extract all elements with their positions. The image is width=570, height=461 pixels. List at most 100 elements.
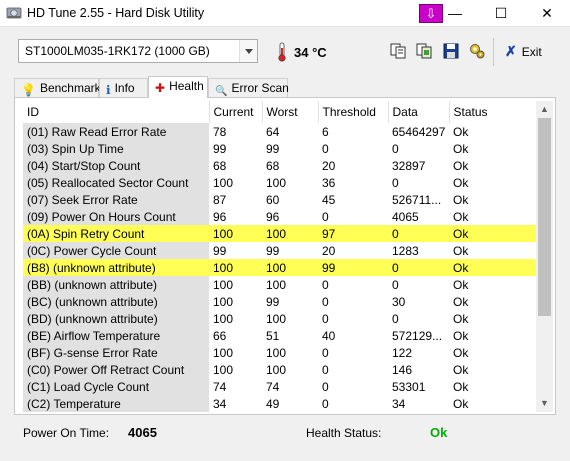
cell-worst: 100	[262, 225, 318, 242]
table-row[interactable]: (BC) (unknown attribute) 100 99 0 30 Ok	[23, 293, 536, 310]
save-icon[interactable]	[442, 42, 460, 60]
column-header-current[interactable]: Current	[209, 101, 263, 123]
cell-data: 0	[392, 175, 399, 190]
table-row[interactable]: (C1) Load Cycle Count 74 74 0 53301 Ok	[23, 378, 536, 395]
cell-status: Ok	[453, 396, 469, 411]
cell-worst: 99	[266, 243, 280, 258]
scroll-up-icon[interactable]: ▲	[536, 101, 553, 118]
cell-threshold: 0	[322, 294, 329, 309]
cell-threshold: 6	[322, 124, 329, 139]
vertical-scrollbar[interactable]: ▲ ▼	[536, 101, 553, 412]
cell-data: 572129...	[392, 328, 443, 343]
cell-worst: 100	[266, 175, 287, 190]
toolbar: ST1000LM035-1RK172 (1000 GB) 34 °C ✗ Exit	[0, 28, 570, 76]
cell-status: Ok	[453, 175, 469, 190]
cell-data: 1283	[392, 243, 419, 258]
cell-worst: 100	[266, 362, 287, 377]
benchmark-icon: 💡	[21, 83, 36, 97]
cell-status: Ok	[453, 311, 469, 326]
column-header-id[interactable]: ID	[23, 101, 210, 123]
health-panel: ID Current Worst Threshold Data Status (…	[14, 97, 556, 415]
table-row[interactable]: (BE) Airflow Temperature 66 51 40 572129... O…	[23, 327, 536, 344]
table-row[interactable]: (01) Raw Read Error Rate 78 64 6 65464297 Ok	[23, 123, 536, 140]
column-header-worst[interactable]: Worst	[262, 101, 319, 123]
column-header-status[interactable]: Status	[449, 101, 536, 123]
copy-icon[interactable]	[389, 42, 407, 60]
cell-current: 68	[213, 158, 227, 173]
cell-current: 34	[213, 396, 227, 411]
cell-worst: 99	[266, 141, 280, 156]
tab-benchmark[interactable]: 💡 Benchmark	[14, 78, 101, 97]
table-row[interactable]: (0C) Power Cycle Count 99 99 20 1283 Ok	[23, 242, 536, 259]
cell-worst: 64	[266, 124, 280, 139]
table-row[interactable]: (BF) G-sense Error Rate 100 100 0 122 Ok	[23, 344, 536, 361]
cell-current: 99	[213, 243, 227, 258]
cell-status: Ok	[453, 345, 469, 360]
toolbar-separator	[493, 38, 494, 66]
cell-worst: 60	[266, 192, 280, 207]
cell-data: 122	[392, 345, 413, 360]
scroll-thumb[interactable]	[538, 118, 551, 316]
options-icon[interactable]	[468, 42, 486, 60]
cell-id: (09) Power On Hours Count	[23, 208, 209, 225]
maximize-button[interactable]: ☐	[478, 0, 524, 27]
cell-threshold: 0	[322, 362, 329, 377]
cell-status: Ok	[453, 141, 469, 156]
chevron-down-icon[interactable]	[239, 40, 257, 62]
table-row[interactable]: (05) Reallocated Sector Count 100 100 36 0 Ok	[23, 174, 536, 191]
cell-id: (03) Spin Up Time	[23, 140, 209, 157]
tab-health-label: Health	[169, 79, 204, 93]
close-button[interactable]: ✕	[524, 0, 570, 27]
table-row[interactable]: (03) Spin Up Time 99 99 0 0 Ok	[23, 140, 536, 157]
cell-threshold: 0	[322, 277, 329, 292]
table-row[interactable]: (07) Seek Error Rate 87 60 45 526711... Ok	[23, 191, 536, 208]
cell-threshold: 45	[322, 192, 336, 207]
cell-worst: 100	[262, 259, 318, 276]
tab-info[interactable]: ℹ Info	[99, 78, 148, 97]
cell-data: 65464297	[392, 124, 446, 139]
tab-health[interactable]: ✚ Health	[148, 76, 208, 98]
table-row[interactable]: (09) Power On Hours Count 96 96 0 4065 Ok	[23, 208, 536, 225]
tab-error-scan[interactable]: 🔍 Error Scan	[208, 78, 289, 97]
table-row[interactable]: (0A) Spin Retry Count 100 100 97 0 Ok	[23, 225, 536, 242]
cell-status: Ok	[453, 277, 469, 292]
table-row[interactable]: (04) Start/Stop Count 68 68 20 32897 Ok	[23, 157, 536, 174]
smart-attribute-list[interactable]: ID Current Worst Threshold Data Status (…	[23, 101, 536, 412]
cell-threshold: 36	[322, 175, 336, 190]
table-row[interactable]: (C2) Temperature 34 49 0 34 Ok	[23, 395, 536, 412]
cell-status: Ok	[453, 362, 469, 377]
cell-data: 53301	[392, 379, 426, 394]
column-header-data[interactable]: Data	[388, 101, 450, 123]
cell-current: 100	[209, 225, 262, 242]
cell-current: 100	[213, 277, 234, 292]
cell-data: 0	[388, 259, 449, 276]
cell-data: 146	[392, 362, 413, 377]
cell-status: Ok	[449, 225, 536, 242]
table-row[interactable]: (BB) (unknown attribute) 100 100 0 0 Ok	[23, 276, 536, 293]
table-row[interactable]: (BD) (unknown attribute) 100 100 0 0 Ok	[23, 310, 536, 327]
health-status-value: Ok	[430, 425, 448, 440]
cell-threshold: 0	[322, 311, 329, 326]
table-row[interactable]: (C0) Power Off Retract Count 100 100 0 146 Ok	[23, 361, 536, 378]
minimize-button[interactable]: —	[432, 0, 478, 27]
cell-status: Ok	[453, 192, 469, 207]
window-title: HD Tune 2.55 - Hard Disk Utility	[27, 6, 205, 20]
table-row[interactable]: (B8) (unknown attribute) 100 100 99 0 Ok	[23, 259, 536, 276]
status-footer: Power On Time: 4065 Health Status: Ok	[0, 416, 570, 461]
cell-current: 99	[213, 141, 227, 156]
tab-error-scan-label: Error Scan	[231, 81, 289, 95]
cell-status: Ok	[453, 328, 469, 343]
power-on-time-label: Power On Time:	[23, 426, 110, 440]
column-header-threshold[interactable]: Threshold	[318, 101, 389, 123]
cell-data: 526711...	[392, 192, 442, 207]
cell-current: 100	[213, 345, 234, 360]
cell-id: (05) Reallocated Sector Count	[23, 174, 209, 191]
drive-select[interactable]: ST1000LM035-1RK172 (1000 GB)	[18, 39, 258, 63]
copy-screenshot-icon[interactable]	[415, 42, 433, 60]
cell-status: Ok	[453, 294, 469, 309]
exit-button[interactable]: ✗ Exit	[505, 43, 542, 61]
scroll-down-icon[interactable]: ▼	[536, 395, 553, 412]
cell-worst: 51	[266, 328, 280, 343]
cell-id: (01) Raw Read Error Rate	[23, 123, 209, 140]
cell-data: 0	[392, 141, 399, 156]
